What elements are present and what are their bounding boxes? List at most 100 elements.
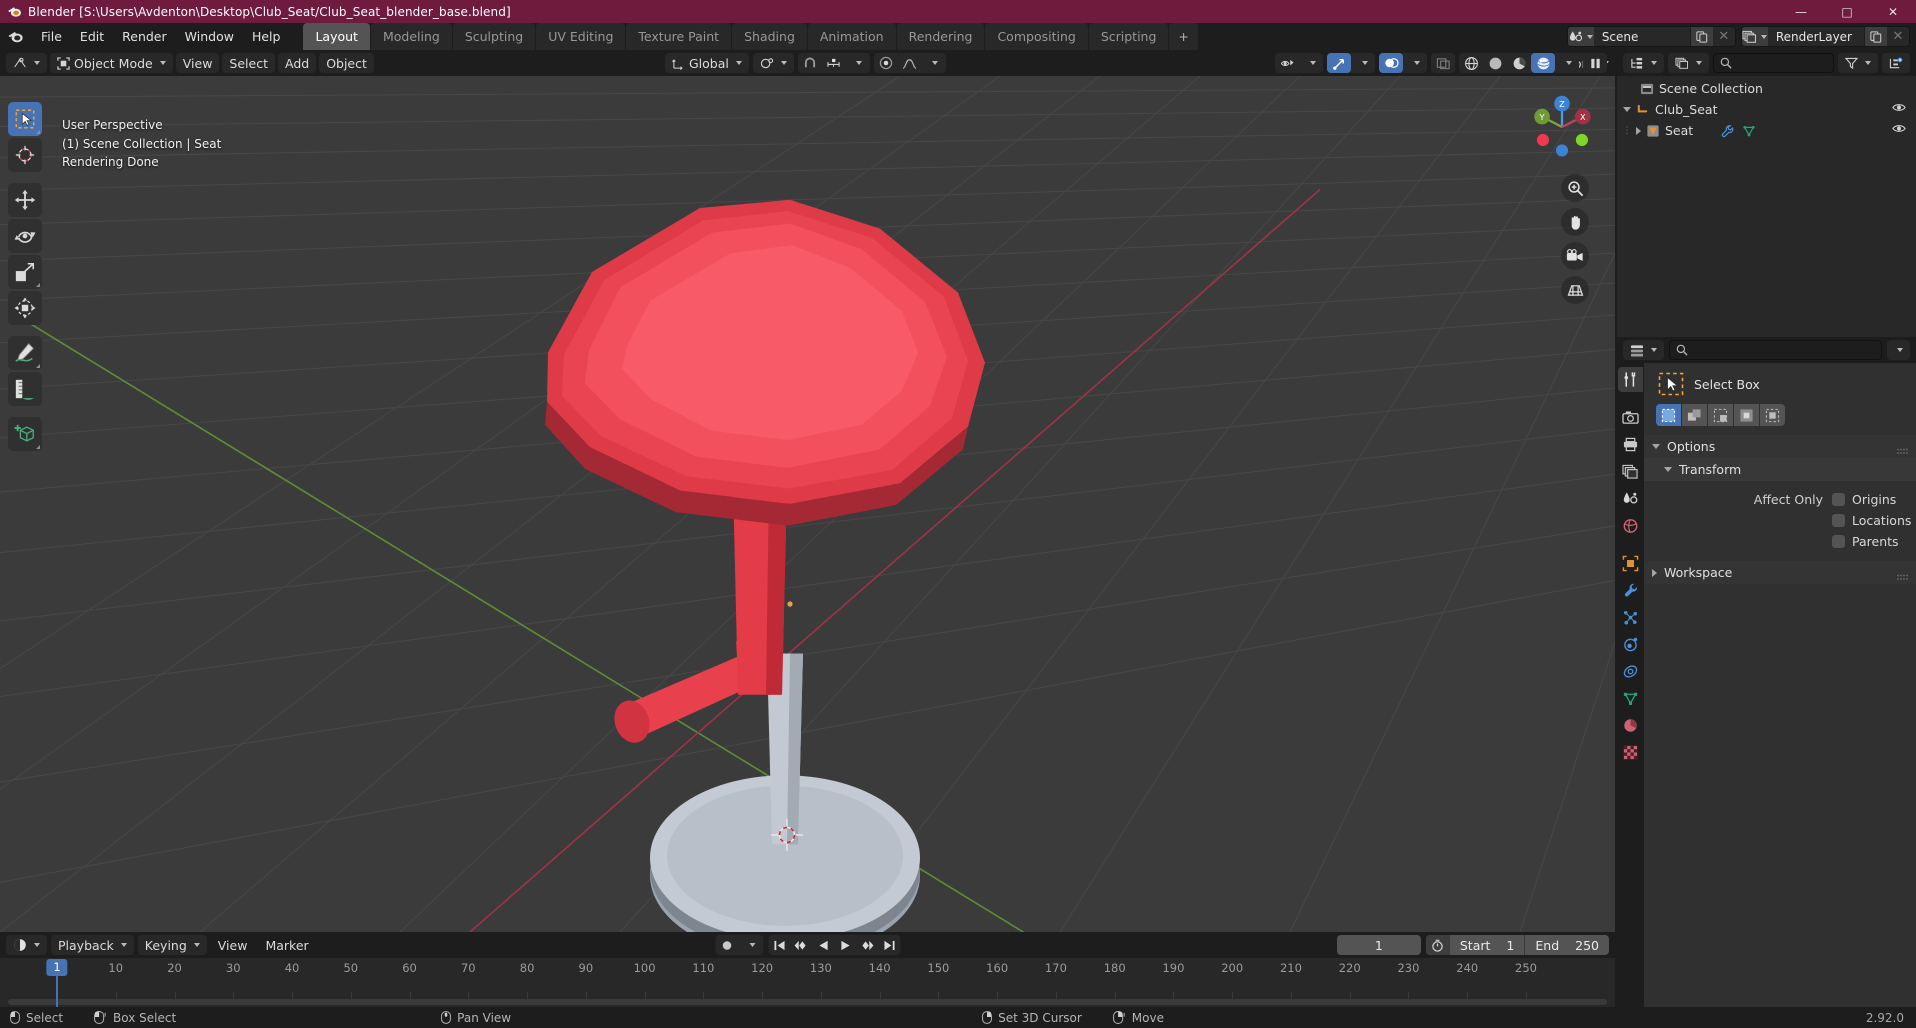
menu-help[interactable]: Help <box>243 26 290 47</box>
tool-rotate[interactable] <box>8 219 42 253</box>
play-button[interactable] <box>834 935 856 955</box>
jump-to-previous-keyframe-button[interactable] <box>790 935 812 955</box>
jump-to-end-button[interactable] <box>878 935 900 955</box>
mesh-triangle-icon[interactable] <box>1742 124 1756 138</box>
new-scene-button[interactable] <box>1689 27 1713 46</box>
modifier-wrench-icon[interactable] <box>1720 124 1734 138</box>
end-frame-field[interactable]: End 250 <box>1525 935 1609 955</box>
tool-measure[interactable] <box>8 372 42 406</box>
select-mode-extend[interactable] <box>1682 404 1707 426</box>
play-reverse-button[interactable] <box>812 935 834 955</box>
timeline-editor-type-selector[interactable] <box>6 935 47 955</box>
proportional-edit-icon[interactable] <box>874 53 898 73</box>
overlays-chevron-icon[interactable] <box>1403 53 1427 73</box>
close-button[interactable]: ✕ <box>1870 0 1916 23</box>
timeline-menu-marker[interactable]: Marker <box>258 935 315 955</box>
scene-selector[interactable]: Scene ✕ <box>1566 26 1736 47</box>
tab-animation[interactable]: Animation <box>807 23 896 50</box>
navigation-gizmo[interactable]: Z Y X <box>1523 88 1601 166</box>
panel-header-options[interactable]: Options <box>1644 435 1916 458</box>
outliner-search-input[interactable] <box>1713 53 1834 73</box>
toggle-xray-icon[interactable] <box>1431 53 1455 73</box>
remove-scene-button[interactable]: ✕ <box>1713 27 1735 46</box>
tab-particles[interactable] <box>1618 605 1643 630</box>
tool-scale[interactable] <box>8 255 42 289</box>
snap-target-icon[interactable] <box>822 53 846 73</box>
remove-view-layer-button[interactable]: ✕ <box>1887 27 1909 46</box>
timeline-menu-view[interactable]: View <box>211 935 255 955</box>
view-layer-selector[interactable]: RenderLayer ✕ <box>1740 26 1910 47</box>
tab-scene[interactable] <box>1618 486 1643 511</box>
auto-keying-chevron-icon[interactable] <box>739 935 763 955</box>
outliner-tree[interactable]: Scene Collection Club_Seat ⋮ Seat <box>1617 76 1916 337</box>
jump-to-next-keyframe-button[interactable] <box>856 935 878 955</box>
tool-transform[interactable] <box>8 291 42 325</box>
outliner-filter-button[interactable] <box>1838 53 1878 73</box>
panel-header-workspace[interactable]: Workspace <box>1644 561 1916 584</box>
properties-editor-type-selector[interactable] <box>1623 340 1664 360</box>
timeline-ruler[interactable]: 1 10 20 30 40 50 60 70 80 90 100 110 120 130 140 150 160… <box>0 958 1615 1007</box>
toggle-orthographic-icon[interactable] <box>1561 276 1589 304</box>
object-types-visibility-icon[interactable] <box>1275 53 1299 73</box>
tab-physics[interactable] <box>1618 632 1643 657</box>
properties-search-input[interactable] <box>1669 340 1882 360</box>
expand-triangle-right-icon[interactable] <box>1636 126 1641 135</box>
tab-uv-editing[interactable]: UV Editing <box>536 23 626 50</box>
tab-modifiers[interactable] <box>1618 578 1643 603</box>
viewport-menu-object[interactable]: Object <box>319 53 374 73</box>
tab-rendering[interactable]: Rendering <box>896 23 985 50</box>
menu-file[interactable]: File <box>32 26 71 47</box>
timeline-playhead-badge[interactable]: 1 <box>46 959 68 976</box>
editor-type-selector[interactable] <box>6 53 47 73</box>
outliner-new-collection-button[interactable] <box>1882 53 1910 73</box>
tab-material[interactable] <box>1618 713 1643 738</box>
tab-compositing[interactable]: Compositing <box>985 23 1088 50</box>
zoom-icon[interactable] <box>1561 174 1589 202</box>
blender-menu-icon[interactable] <box>6 28 24 46</box>
tool-select-box[interactable] <box>8 102 42 136</box>
visibility-eye-icon[interactable] <box>1892 123 1906 134</box>
shading-solid-icon[interactable] <box>1483 53 1507 73</box>
show-gizmo-icon[interactable] <box>1327 53 1351 73</box>
minimize-button[interactable]: — <box>1778 0 1824 23</box>
outliner-row-club-seat[interactable]: Club_Seat <box>1617 99 1916 120</box>
club-seat-3d-object[interactable] <box>0 76 1615 932</box>
preview-range-icon[interactable] <box>1425 935 1450 955</box>
record-auto-keying-icon[interactable] <box>715 935 739 955</box>
tab-render[interactable] <box>1618 405 1643 430</box>
shading-material-preview-icon[interactable] <box>1507 53 1531 73</box>
new-view-layer-button[interactable] <box>1864 27 1887 46</box>
tab-sculpting[interactable]: Sculpting <box>452 23 536 50</box>
transform-orientation-selector[interactable]: Global <box>665 53 749 73</box>
viewport-3d-canvas[interactable]: User Perspective (1) Scene Collection | … <box>0 76 1615 932</box>
affect-only-parents-checkbox[interactable] <box>1832 535 1845 548</box>
menu-window[interactable]: Window <box>176 26 243 47</box>
shading-rendered-icon[interactable] <box>1531 53 1555 73</box>
outliner-editor-type-selector[interactable] <box>1623 53 1664 73</box>
snap-dropdown-chevron-icon[interactable] <box>846 53 870 73</box>
properties-options-dropdown[interactable] <box>1887 340 1910 360</box>
pause-render-icon[interactable] <box>1583 53 1607 73</box>
pivot-point-selector[interactable] <box>752 53 794 73</box>
tab-constraints[interactable] <box>1618 659 1643 684</box>
viewport-menu-select[interactable]: Select <box>222 53 275 73</box>
menu-render[interactable]: Render <box>113 26 176 47</box>
maximize-button[interactable]: □ <box>1824 0 1870 23</box>
object-visibility-chevron-icon[interactable] <box>1299 53 1323 73</box>
falloff-dropdown-chevron-icon[interactable] <box>922 53 946 73</box>
select-mode-subtract[interactable] <box>1708 404 1733 426</box>
outliner-row-seat[interactable]: ⋮ Seat <box>1617 120 1916 141</box>
tab-modeling[interactable]: Modeling <box>370 23 452 50</box>
tab-shading[interactable]: Shading <box>732 23 807 50</box>
jump-to-start-button[interactable] <box>768 935 790 955</box>
affect-only-origins-checkbox[interactable] <box>1832 493 1845 506</box>
tab-world[interactable] <box>1618 513 1643 538</box>
panel-header-transform[interactable]: Transform <box>1644 458 1916 481</box>
mode-selector[interactable]: Object Mode <box>50 53 173 73</box>
visibility-eye-icon[interactable] <box>1892 102 1906 113</box>
expand-triangle-down-icon[interactable] <box>1623 107 1631 112</box>
select-mode-intersect[interactable] <box>1760 404 1785 426</box>
select-mode-set[interactable] <box>1656 404 1681 426</box>
outliner-row-scene-collection[interactable]: Scene Collection <box>1617 78 1916 99</box>
pan-hand-icon[interactable] <box>1561 208 1589 236</box>
